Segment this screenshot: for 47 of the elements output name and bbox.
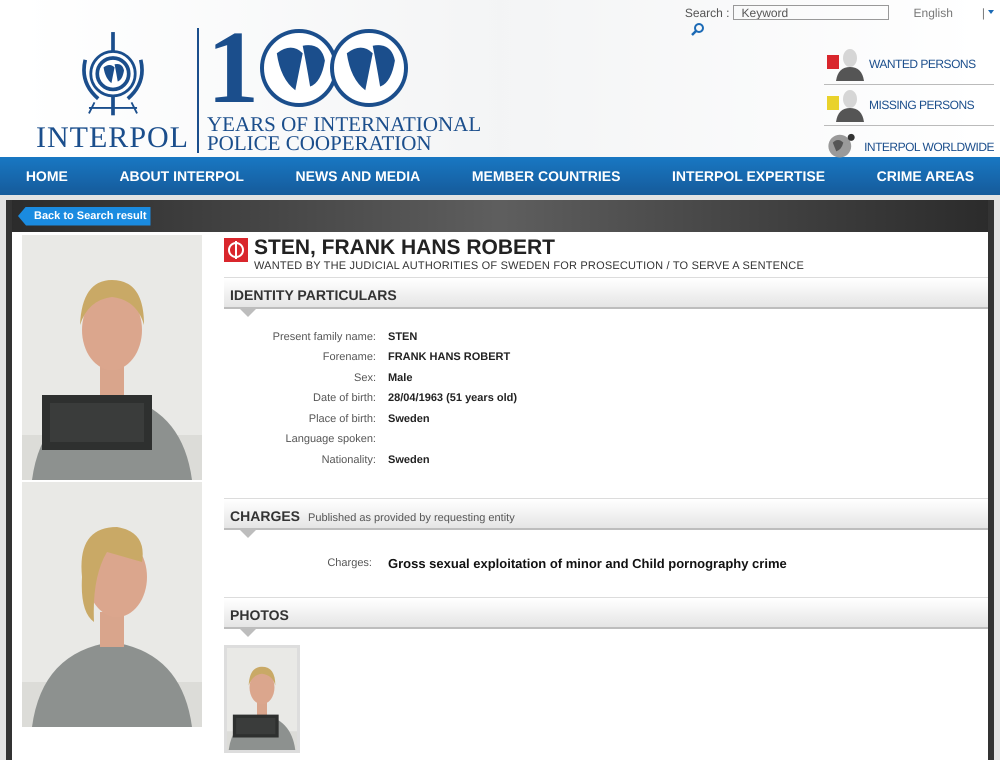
field-value: STEN: [388, 330, 418, 344]
field-label: Sex:: [352, 370, 377, 386]
person-badge-icon: [824, 88, 864, 122]
search-field[interactable]: Keyword: [732, 5, 889, 20]
field-label: Present family name:: [272, 330, 377, 344]
pointer-notch: [240, 309, 256, 317]
back-button[interactable]: Back to Search result: [18, 206, 150, 226]
nav-link[interactable]: NEWS AND MEDIA: [296, 166, 420, 186]
search-icon[interactable]: [690, 22, 705, 36]
field-label: Place of birth:: [308, 412, 377, 426]
field-value: Male: [388, 370, 412, 386]
search-label: Search :: [684, 5, 730, 22]
nav-link[interactable]: MEMBER COUNTRIES: [472, 166, 620, 186]
person-badge-icon: [824, 47, 864, 81]
field-label: Forename:: [322, 350, 377, 365]
nav-link[interactable]: HOME: [26, 166, 68, 186]
section-note: Published as provided by requesting entity: [308, 510, 515, 526]
field-value: Sweden: [388, 452, 430, 468]
charges-value: Gross sexual exploitation of minor and Child pornography crime: [388, 554, 787, 573]
person-name: STEN, FRANK HANS ROBERT: [254, 237, 556, 259]
quick-link[interactable]: INTERPOL WORLDWIDE: [824, 126, 994, 167]
section-title: PHOTOS: [230, 606, 289, 625]
nav-link[interactable]: ABOUT INTERPOL: [119, 166, 244, 186]
field-value: Sweden: [388, 412, 430, 426]
quick-link[interactable]: WANTED PERSONS: [824, 44, 994, 85]
logo-tagline: YEARS OF INTERNATIONAL: [207, 115, 482, 134]
nav-link[interactable]: CRIME AREAS: [876, 166, 974, 186]
field-label: Date of birth:: [312, 391, 377, 406]
section-title: CHARGES: [230, 506, 300, 526]
logo-wordmark: INTERPOL: [36, 123, 189, 153]
quick-link[interactable]: MISSING PERSONS: [824, 85, 994, 126]
field-value: FRANK HANS ROBERT: [388, 350, 510, 365]
field-label: Language spoken:: [284, 432, 377, 447]
globes-icon: [259, 28, 409, 108]
field-label: Nationality:: [320, 452, 377, 468]
field-value: 28/04/1963 (51 years old): [388, 391, 518, 406]
section-title: IDENTITY PARTICULARS: [230, 286, 397, 305]
notice-subtitle: WANTED BY THE JUDICIAL AUTHORITIES OF SWEDEN FOR PROSECUTION / TO SERVE A SENTENCE: [254, 259, 804, 273]
nav-link[interactable]: INTERPOL EXPERTISE: [672, 166, 826, 186]
pointer-notch: [240, 530, 256, 538]
logo-digit: 1: [207, 22, 259, 112]
notice-emblem-icon: [224, 238, 248, 262]
pointer-notch: [240, 629, 256, 637]
logo-tagline: POLICE COOPERATION: [207, 134, 432, 153]
language-selector[interactable]: English: [914, 4, 953, 22]
language-separator: |: [982, 5, 985, 22]
field-label: Charges:: [326, 556, 373, 571]
